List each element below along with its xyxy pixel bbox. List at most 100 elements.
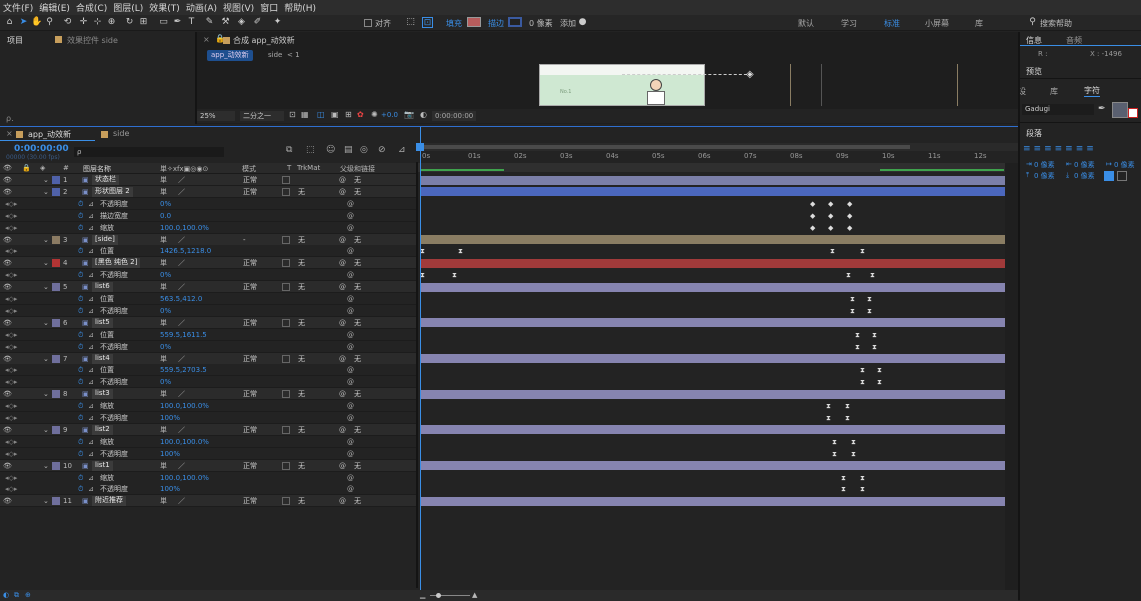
eye-icon[interactable]: 👁 — [3, 462, 12, 470]
keyframe-icon[interactable]: ◆ — [810, 200, 815, 208]
keyframe-icon[interactable]: ⧗ — [850, 307, 855, 315]
blend-mode-dropdown[interactable]: 正常 — [243, 462, 257, 472]
layer-duration-bar[interactable] — [420, 389, 1005, 399]
quality-switch-icon[interactable]: ／ — [178, 390, 185, 398]
label-color[interactable] — [52, 390, 60, 399]
shy-switch-icon[interactable]: 単 — [160, 188, 167, 196]
stroke-width[interactable]: 0 像素 — [529, 18, 553, 29]
eye-icon[interactable]: 👁 — [3, 259, 12, 267]
graph-toggle-icon[interactable]: ⊿ — [88, 438, 94, 446]
keyframe-icon[interactable]: ◆ — [810, 212, 815, 220]
shy-switch-icon[interactable]: 単 — [160, 236, 167, 244]
layer-name[interactable]: list5 — [92, 317, 113, 328]
menu-item-4[interactable]: 效果(T) — [146, 1, 183, 14]
expand-icon[interactable]: ⌄ — [43, 390, 49, 398]
keyframe-icon[interactable]: ⧗ — [832, 438, 837, 446]
layer-name[interactable]: 形状图层 2 — [92, 186, 133, 197]
region-icon[interactable]: ⊡ — [289, 110, 296, 119]
first-line-value[interactable]: 0 像素 — [1114, 160, 1135, 170]
expression-pickwhip-icon[interactable]: @ — [347, 438, 354, 446]
toggle-in-out-icon[interactable]: ⊕ — [25, 591, 31, 599]
property-value[interactable]: 100% — [160, 485, 180, 493]
expression-pickwhip-icon[interactable]: @ — [347, 366, 354, 374]
keyframe-icon[interactable]: ⧗ — [841, 474, 846, 482]
keyframe-icon[interactable]: ⧗ — [452, 271, 457, 279]
expand-icon[interactable]: ⌄ — [43, 188, 49, 196]
label-color[interactable] — [52, 318, 60, 327]
keyframe-nav-icon[interactable]: ◂◇▸ — [5, 414, 17, 422]
pickwhip-icon[interactable]: @ — [339, 390, 346, 398]
workspace-learn[interactable]: 学习 — [841, 18, 857, 29]
dolly-tool-icon[interactable]: ⊹ — [92, 17, 103, 28]
pickwhip-icon[interactable]: @ — [339, 283, 346, 291]
transparency-grid-icon[interactable]: ▦ — [301, 110, 309, 119]
eye-icon[interactable]: 👁 — [3, 426, 12, 434]
eye-icon[interactable]: 👁 — [3, 236, 12, 244]
preserve-transparency-checkbox[interactable] — [282, 187, 290, 196]
keyframe-icon[interactable]: ◆ — [847, 200, 852, 208]
parent-dropdown[interactable]: 无 — [354, 259, 361, 269]
label-color[interactable] — [52, 497, 60, 506]
keyframe-icon[interactable]: ⧗ — [860, 378, 865, 386]
property-value[interactable]: 100.0,100.0% — [160, 438, 209, 446]
rtl-button[interactable] — [1104, 171, 1114, 181]
viewer-timecode[interactable]: 0:00:00:00 — [432, 111, 477, 121]
home-icon[interactable]: ⌂ — [4, 17, 15, 28]
workspace-default[interactable]: 默认 — [798, 18, 814, 29]
expression-pickwhip-icon[interactable]: @ — [347, 200, 354, 208]
property-value[interactable]: 559.5,1611.5 — [160, 331, 207, 339]
stopwatch-icon[interactable]: ⏱ — [78, 485, 83, 493]
timeline-timecode[interactable]: 0:00:00:00 — [14, 144, 69, 154]
blend-mode-dropdown[interactable]: 正常 — [243, 188, 257, 198]
stopwatch-icon[interactable]: ⏱ — [78, 378, 83, 386]
keyframe-nav-icon[interactable]: ◂◇▸ — [5, 366, 17, 374]
trkmat-dropdown[interactable]: 无 — [298, 497, 305, 507]
trkmat-dropdown[interactable]: 无 — [298, 390, 305, 400]
layer-duration-bar[interactable] — [420, 461, 1005, 471]
motion-target-icon[interactable]: ◈ — [746, 69, 754, 80]
layer-name[interactable]: list2 — [92, 424, 113, 435]
font-dropdown[interactable]: Gadugi — [1022, 104, 1094, 115]
expand-icon[interactable]: ⌄ — [43, 236, 49, 244]
graph-toggle-icon[interactable]: ⊿ — [88, 485, 94, 493]
parent-dropdown[interactable]: 无 — [354, 355, 361, 365]
pickwhip-icon[interactable]: @ — [339, 319, 346, 327]
keyframe-icon[interactable]: ⧗ — [826, 414, 831, 422]
expression-pickwhip-icon[interactable]: @ — [347, 212, 354, 220]
snap-icon[interactable]: ⬚ — [405, 17, 416, 28]
indent-right-value[interactable]: 0 像素 — [1074, 160, 1095, 170]
blend-mode-dropdown[interactable]: 正常 — [243, 497, 257, 507]
zoom-out-icon[interactable]: ▁ — [420, 591, 425, 599]
keyframe-icon[interactable]: ⧗ — [867, 307, 872, 315]
stopwatch-icon[interactable]: ⏱ — [78, 247, 83, 255]
parent-dropdown[interactable]: 无 — [354, 462, 361, 472]
preserve-transparency-checkbox[interactable] — [282, 235, 290, 244]
quality-switch-icon[interactable]: ／ — [178, 283, 185, 291]
property-row[interactable]: ◂◇▸ ⏱ ⊿ 缩放 100.0,100.0% @ — [0, 471, 416, 484]
expression-pickwhip-icon[interactable]: @ — [347, 295, 354, 303]
breadcrumb-side[interactable]: side — [268, 51, 282, 59]
keyframe-icon[interactable]: ⧗ — [841, 485, 846, 493]
pen-tool-icon[interactable]: ✒ — [172, 17, 183, 28]
graph-toggle-icon[interactable]: ⊿ — [88, 247, 94, 255]
header-name[interactable]: 图层名称 — [83, 164, 111, 174]
stopwatch-icon[interactable]: ⏱ — [78, 200, 83, 208]
keyframe-nav-icon[interactable]: ◂◇▸ — [5, 307, 17, 315]
expression-pickwhip-icon[interactable]: @ — [347, 474, 354, 482]
property-value[interactable]: 0% — [160, 271, 171, 279]
layer-duration-bar[interactable] — [420, 187, 1005, 197]
keyframe-icon[interactable]: ⧗ — [458, 247, 463, 255]
space-after-value[interactable]: 0 像素 — [1074, 171, 1095, 181]
toggle-switches-icon[interactable]: ◐ — [3, 591, 9, 599]
graph-toggle-icon[interactable]: ⊿ — [88, 402, 94, 410]
graph-toggle-icon[interactable]: ⊿ — [88, 212, 94, 220]
keyframe-icon[interactable]: ◆ — [847, 212, 852, 220]
pickwhip-icon[interactable]: @ — [339, 259, 346, 267]
pickwhip-icon[interactable]: @ — [339, 176, 346, 184]
keyframe-icon[interactable]: ⧗ — [826, 402, 831, 410]
pickwhip-icon[interactable]: @ — [339, 236, 346, 244]
shy-switch-icon[interactable]: 単 — [160, 319, 167, 327]
pickwhip-icon[interactable]: @ — [339, 188, 346, 196]
layer-search-input[interactable]: ρ — [74, 147, 224, 157]
menu-item-3[interactable]: 图层(L) — [110, 1, 146, 14]
